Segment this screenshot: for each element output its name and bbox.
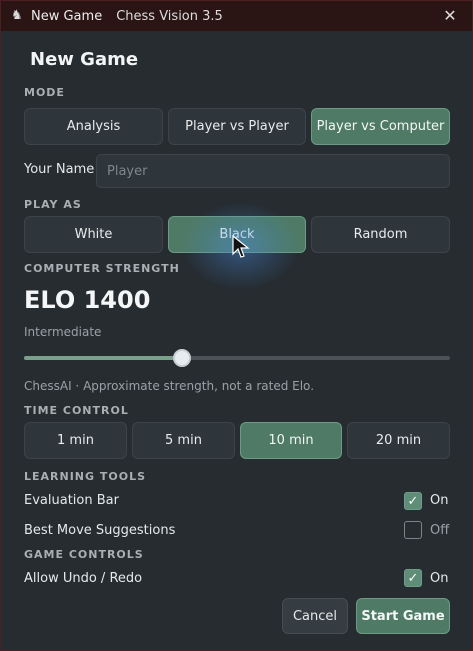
strength-slider-thumb[interactable] bbox=[172, 349, 191, 367]
time-10-min-button[interactable]: 10 min bbox=[240, 422, 342, 459]
your-name-label: Your Name bbox=[24, 162, 95, 177]
time-5-min-button[interactable]: 5 min bbox=[132, 422, 235, 459]
best-move-suggestions-label: Best Move Suggestions bbox=[24, 523, 176, 538]
your-name-input[interactable] bbox=[96, 154, 450, 188]
mode-section-label: MODE bbox=[24, 86, 65, 99]
close-icon[interactable]: ✕ bbox=[442, 8, 458, 24]
chess-knight-icon: ♞ bbox=[11, 8, 23, 23]
mode-player-vs-player-button[interactable]: Player vs Player bbox=[168, 108, 306, 145]
best-move-suggestions-checkbox[interactable] bbox=[404, 521, 422, 539]
window-title: New Game bbox=[31, 8, 103, 24]
title-bar: ♞ New Game Chess Vision 3.5 ✕ bbox=[1, 1, 472, 31]
evaluation-bar-checkbox[interactable]: ✓ bbox=[404, 492, 422, 510]
mode-player-vs-computer-button[interactable]: Player vs Computer bbox=[311, 108, 450, 145]
strength-level: Intermediate bbox=[24, 325, 102, 339]
time-control-section-label: TIME CONTROL bbox=[24, 404, 129, 417]
app-name: Chess Vision 3.5 bbox=[116, 8, 223, 24]
play-as-white-button[interactable]: White bbox=[24, 216, 163, 253]
allow-undo-redo-checkbox[interactable]: ✓ bbox=[404, 569, 422, 587]
checkmark-icon: ✓ bbox=[407, 493, 419, 509]
evaluation-bar-state: On bbox=[430, 493, 449, 508]
start-game-button[interactable]: Start Game bbox=[356, 598, 450, 634]
time-1-min-button[interactable]: 1 min bbox=[24, 422, 127, 459]
allow-undo-redo-state: On bbox=[430, 571, 449, 586]
evaluation-bar-label: Evaluation Bar bbox=[24, 493, 119, 508]
dialog-title: New Game bbox=[30, 49, 139, 70]
new-game-window: ♞ New Game Chess Vision 3.5 ✕ New Game M… bbox=[0, 0, 473, 651]
checkmark-icon: ✓ bbox=[407, 570, 419, 586]
play-as-black-button[interactable]: Black bbox=[168, 216, 306, 253]
allow-undo-redo-label: Allow Undo / Redo bbox=[24, 571, 143, 586]
game-controls-section-label: GAME CONTROLS bbox=[24, 548, 144, 561]
elo-rating: ELO 1400 bbox=[24, 286, 151, 314]
computer-strength-section-label: COMPUTER STRENGTH bbox=[24, 262, 180, 275]
play-as-section-label: PLAY AS bbox=[24, 198, 82, 211]
best-move-suggestions-state: Off bbox=[430, 523, 450, 538]
engine-note: ChessAI · Approximate strength, not a ra… bbox=[24, 379, 315, 393]
strength-slider-fill bbox=[24, 356, 182, 360]
play-as-random-button[interactable]: Random bbox=[311, 216, 450, 253]
learning-tools-section-label: LEARNING TOOLS bbox=[24, 470, 147, 483]
cancel-button[interactable]: Cancel bbox=[282, 598, 348, 634]
strength-slider[interactable] bbox=[24, 349, 450, 367]
mode-analysis-button[interactable]: Analysis bbox=[24, 108, 163, 145]
time-20-min-button[interactable]: 20 min bbox=[347, 422, 450, 459]
